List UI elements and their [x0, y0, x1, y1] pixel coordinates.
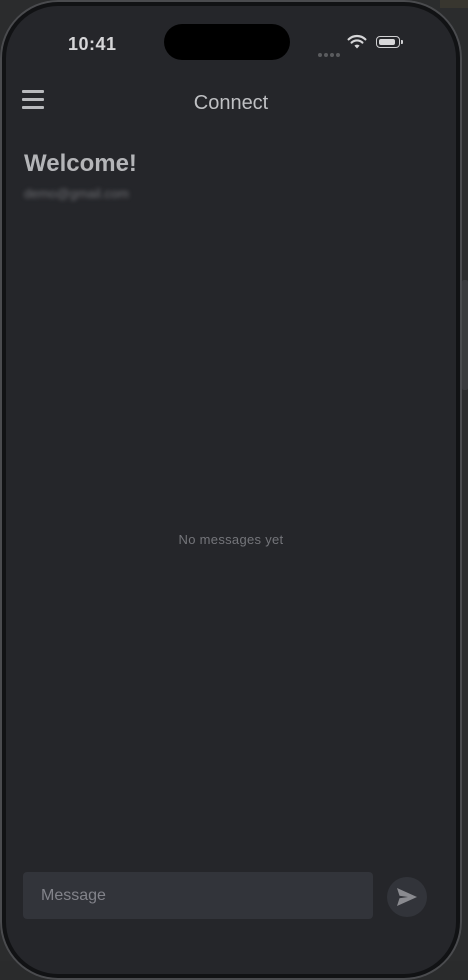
empty-messages-text: No messages yet: [178, 532, 284, 547]
page-title: Connect: [193, 92, 269, 114]
status-bar: 10:41: [6, 6, 456, 76]
battery-icon: [376, 36, 403, 48]
status-time: 10:41: [68, 34, 117, 54]
message-input[interactable]: [23, 872, 373, 919]
welcome-title: Welcome!: [24, 150, 137, 177]
signal-icon: [318, 44, 344, 57]
battery-level: [378, 38, 395, 45]
send-icon: [397, 888, 417, 906]
send-button[interactable]: [387, 877, 427, 917]
app-header: Connect: [6, 80, 456, 124]
desktop-window-edge: [462, 280, 468, 390]
dynamic-island: [164, 24, 290, 60]
phone-screen: 10:41 Connect Welcome! demo@gmail.com No…: [6, 6, 456, 974]
wifi-icon: [347, 34, 367, 49]
user-email: demo@gmail.com: [24, 186, 129, 201]
phone-frame: 10:41 Connect Welcome! demo@gmail.com No…: [0, 0, 462, 980]
